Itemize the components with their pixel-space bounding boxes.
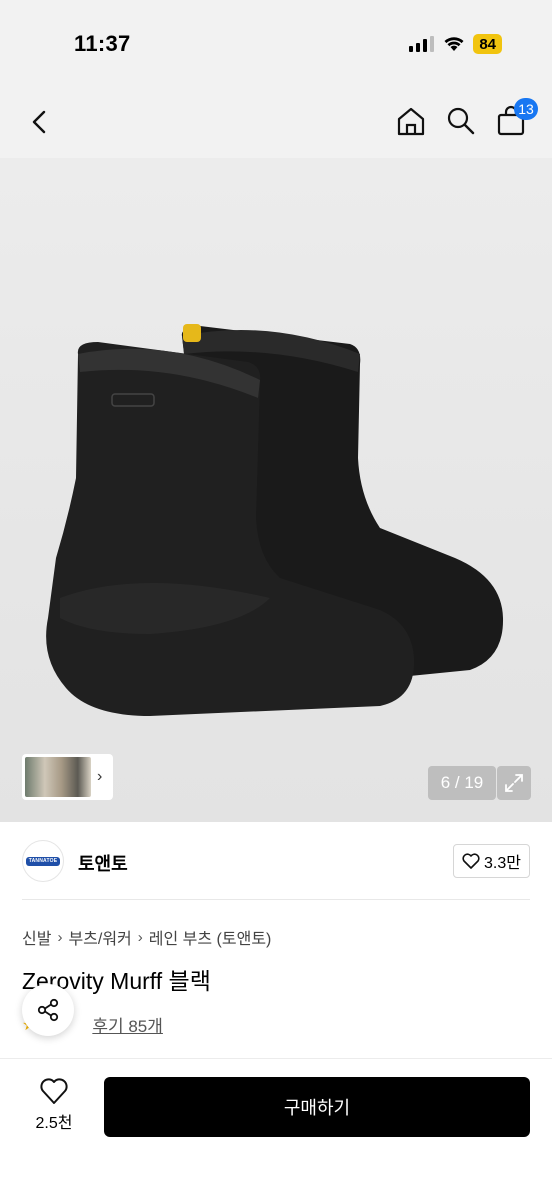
breadcrumb: 신발 › 부츠/워커 › 레인 부츠 (토앤토) bbox=[22, 925, 271, 949]
breadcrumb-item[interactable]: 부츠/워커 bbox=[68, 925, 131, 949]
cart-button[interactable]: 13 bbox=[494, 98, 538, 138]
expand-icon bbox=[505, 774, 523, 792]
status-icons: 84 bbox=[409, 34, 502, 54]
wifi-icon bbox=[444, 37, 464, 51]
wishlist-count: 2.5천 bbox=[35, 1115, 73, 1132]
chevron-right-icon: › bbox=[137, 928, 143, 946]
back-chevron-icon bbox=[32, 110, 46, 134]
share-button[interactable] bbox=[22, 984, 74, 1036]
brand-row: TANNATOE 토앤토 3.3만 bbox=[0, 822, 552, 900]
signal-icon bbox=[409, 36, 435, 52]
expand-button[interactable] bbox=[497, 766, 531, 800]
heart-icon bbox=[462, 853, 480, 869]
status-bar: 11:37 84 bbox=[0, 0, 552, 88]
thumbnail-strip[interactable]: › bbox=[22, 754, 113, 800]
buy-button[interactable]: 구매하기 bbox=[104, 1077, 530, 1137]
breadcrumb-item[interactable]: 신발 bbox=[22, 925, 51, 949]
search-icon bbox=[447, 107, 475, 135]
heart-icon bbox=[40, 1078, 68, 1104]
nav-bar: 13 bbox=[0, 88, 552, 158]
thumbnail-image[interactable] bbox=[25, 757, 91, 797]
brand-logo-text: TANNATOE bbox=[26, 856, 60, 866]
brand-like-count: 3.3만 bbox=[484, 855, 521, 872]
status-time: 11:37 bbox=[74, 31, 131, 56]
search-button[interactable] bbox=[444, 104, 478, 138]
product-image[interactable]: › 6 / 19 bbox=[0, 158, 552, 822]
chevron-right-icon: › bbox=[97, 768, 103, 785]
home-button[interactable] bbox=[394, 104, 428, 138]
bottom-action-bar: 2.5천 구매하기 bbox=[0, 1058, 552, 1200]
review-link[interactable]: 후기 85개 bbox=[92, 1012, 163, 1037]
brand-logo[interactable]: TANNATOE bbox=[22, 840, 64, 882]
rain-boots-image bbox=[46, 324, 504, 716]
chevron-right-icon: › bbox=[57, 928, 63, 946]
image-page-counter: 6 / 19 bbox=[428, 766, 496, 800]
home-icon bbox=[397, 107, 425, 136]
brand-name[interactable]: 토앤토 bbox=[78, 850, 128, 876]
battery-level: 84 bbox=[479, 35, 496, 53]
wishlist-button[interactable]: 2.5천 bbox=[24, 1077, 84, 1141]
brand-like-button[interactable]: 3.3만 bbox=[453, 844, 530, 878]
battery-indicator: 84 bbox=[473, 34, 502, 54]
back-button[interactable] bbox=[24, 106, 56, 138]
share-icon bbox=[37, 998, 59, 1022]
divider bbox=[22, 899, 530, 900]
cart-count-badge: 13 bbox=[514, 98, 538, 120]
breadcrumb-item[interactable]: 레인 부츠 (토앤토) bbox=[149, 925, 272, 949]
